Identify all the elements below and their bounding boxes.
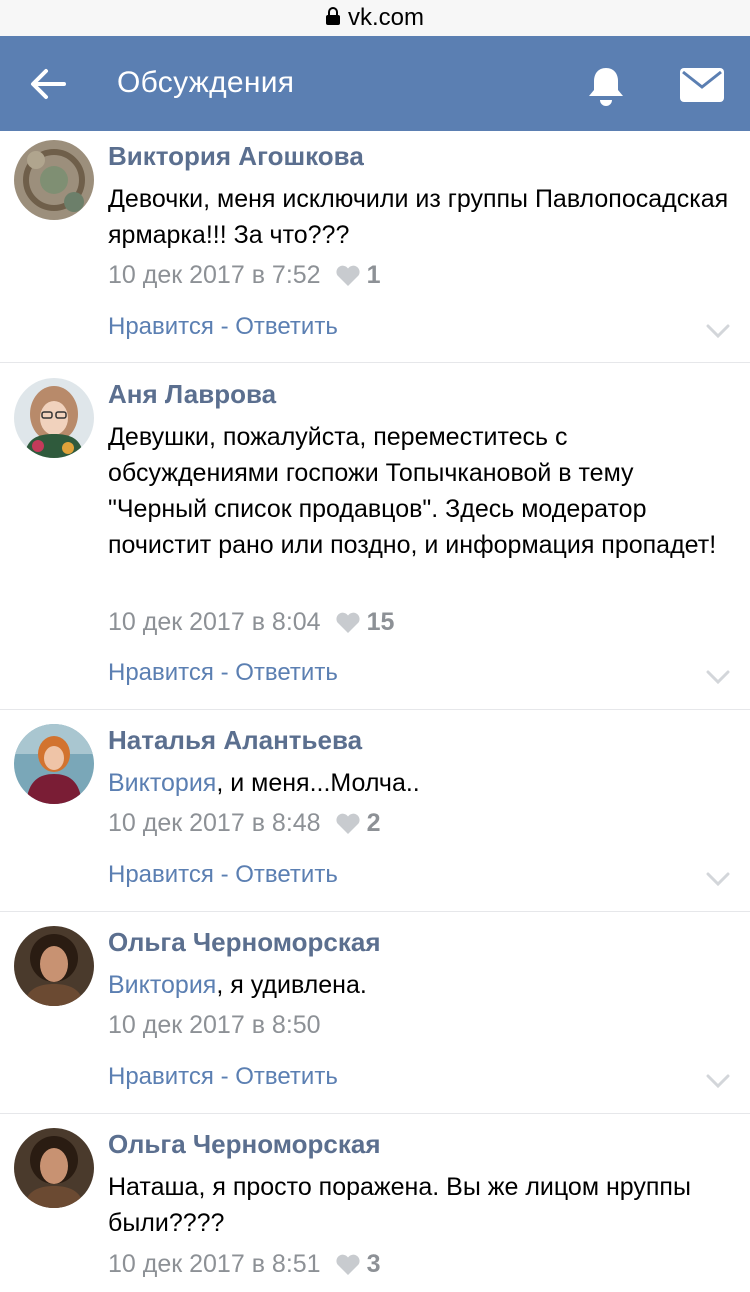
chevron-down-icon[interactable] (706, 1074, 730, 1088)
browser-url: vk.com (347, 4, 424, 31)
comment-meta: 10 дек 2017 в 8:51 3 (108, 1250, 380, 1279)
comment-text: Девушки, пожалуйста, переместитесь с обс… (108, 419, 738, 563)
comment-date[interactable]: 10 дек 2017 в 7:52 (108, 261, 321, 290)
comment-actions: Нравится - Ответить (108, 659, 338, 687)
top-nav-bar: Обсуждения (0, 36, 750, 131)
action-separator: - (213, 861, 236, 888)
comment-item: Наталья Алантьева Виктория, и меня...Мол… (0, 710, 750, 912)
reply-button[interactable]: Ответить (235, 313, 338, 340)
comment-text: Виктория, я удивлена. (108, 967, 738, 1003)
comment-text: Виктория, и меня...Молча.. (108, 765, 738, 801)
author-name[interactable]: Наталья Алантьева (108, 725, 362, 756)
comment-item: Ольга Черноморская Виктория, я удивлена.… (0, 912, 750, 1114)
comment-item: Аня Лаврова Девушки, пожалуйста, перемес… (0, 363, 750, 710)
like-button[interactable]: Нравится (108, 313, 214, 340)
comment-meta: 10 дек 2017 в 7:52 1 (108, 261, 380, 290)
bell-icon[interactable] (585, 64, 627, 108)
comment-body: Наташа, я просто поражена. Вы же лицом н… (108, 1173, 691, 1237)
avatar[interactable] (14, 378, 94, 458)
comment-item: Виктория Агошкова Девочки, меня исключил… (0, 131, 750, 363)
heart-icon[interactable] (335, 813, 361, 835)
comment-actions: Нравится - Ответить (108, 313, 338, 341)
comment-actions: Нравится - Ответить (108, 1063, 338, 1091)
chevron-down-icon[interactable] (706, 670, 730, 684)
page-title: Обсуждения (117, 66, 295, 99)
like-count: 1 (366, 261, 381, 289)
like-count: 3 (366, 1250, 381, 1278)
comment-date[interactable]: 10 дек 2017 в 8:04 (108, 608, 321, 637)
chevron-down-icon[interactable] (706, 324, 730, 338)
comment-meta: 10 дек 2017 в 8:48 2 (108, 809, 380, 838)
envelope-icon[interactable] (680, 68, 724, 102)
author-name[interactable]: Ольга Черноморская (108, 1129, 381, 1160)
like-count: 2 (366, 809, 381, 837)
like-count: 15 (366, 608, 395, 636)
comment-text: Наташа, я просто поражена. Вы же лицом н… (108, 1169, 738, 1241)
comment-meta: 10 дек 2017 в 8:50 (108, 1011, 321, 1040)
comment-text: Девочки, меня исключили из группы Павлоп… (108, 181, 738, 253)
like-button[interactable]: Нравится (108, 1063, 214, 1090)
browser-url-bar[interactable]: vk.com (0, 0, 750, 36)
arrow-left-icon[interactable] (28, 66, 68, 102)
heart-icon[interactable] (335, 1254, 361, 1276)
reply-button[interactable]: Ответить (235, 861, 338, 888)
avatar[interactable] (14, 926, 94, 1006)
action-separator: - (213, 659, 236, 686)
lock-icon (325, 7, 340, 25)
action-separator: - (213, 313, 236, 340)
comment-body: Девочки, меня исключили из группы Павлоп… (108, 185, 729, 249)
heart-icon[interactable] (335, 612, 361, 634)
comment-item: Ольга Черноморская Наташа, я просто пора… (0, 1114, 750, 1292)
comment-date[interactable]: 10 дек 2017 в 8:48 (108, 809, 321, 838)
comment-date[interactable]: 10 дек 2017 в 8:50 (108, 1011, 321, 1040)
comment-list: Виктория Агошкова Девочки, меня исключил… (0, 131, 750, 1292)
reply-button[interactable]: Ответить (235, 1063, 338, 1090)
comment-body: Девушки, пожалуйста, переместитесь с обс… (108, 423, 717, 559)
comment-body: , я удивлена. (216, 971, 367, 999)
avatar[interactable] (14, 724, 94, 804)
comment-meta: 10 дек 2017 в 8:04 15 (108, 608, 394, 637)
author-name[interactable]: Ольга Черноморская (108, 927, 381, 958)
avatar[interactable] (14, 140, 94, 220)
mention-link[interactable]: Виктория (108, 971, 216, 999)
comment-actions: Нравится - Ответить (108, 861, 338, 889)
action-separator: - (213, 1063, 236, 1090)
heart-icon[interactable] (335, 265, 361, 287)
mention-link[interactable]: Виктория (108, 769, 216, 797)
avatar[interactable] (14, 1128, 94, 1208)
like-button[interactable]: Нравится (108, 861, 214, 888)
like-button[interactable]: Нравится (108, 659, 214, 686)
reply-button[interactable]: Ответить (235, 659, 338, 686)
comment-body: , и меня...Молча.. (216, 769, 420, 797)
author-name[interactable]: Аня Лаврова (108, 379, 276, 410)
comment-date[interactable]: 10 дек 2017 в 8:51 (108, 1250, 321, 1279)
chevron-down-icon[interactable] (706, 872, 730, 886)
author-name[interactable]: Виктория Агошкова (108, 141, 364, 172)
